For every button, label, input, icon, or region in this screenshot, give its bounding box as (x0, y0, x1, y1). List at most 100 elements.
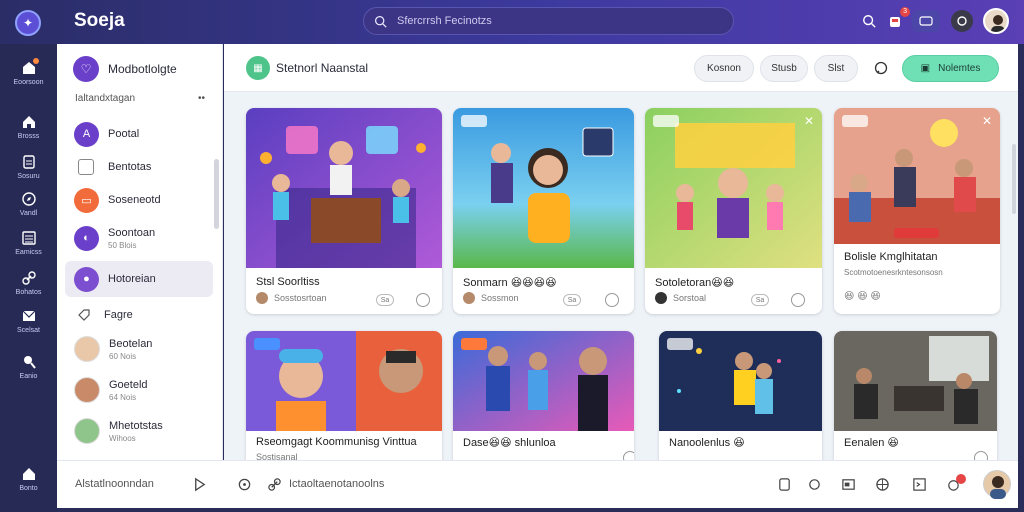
bottom-bar: Alstatlnoonndan Ictaoltaenotanoolns (57, 460, 1018, 508)
messages-icon[interactable] (912, 10, 940, 32)
refresh-icon[interactable] (807, 477, 822, 492)
content-card[interactable]: Eenalen 😆 (834, 331, 997, 471)
notification-badge: 3 (900, 7, 910, 17)
rail-item-home[interactable]: Brosss (0, 114, 57, 140)
channel-icon: ▦ (246, 56, 270, 80)
play-icon[interactable] (192, 477, 207, 492)
sidebar-subheader[interactable]: Ialtandxtagan •• (75, 93, 205, 104)
views-badge[interactable]: Sa (563, 294, 581, 306)
rail-label: Bonto (19, 485, 38, 492)
person-item[interactable]: Beotelan 60 Nois (65, 331, 213, 367)
author-avatar (655, 292, 667, 304)
content-card[interactable]: Stsl Soorltiss Sosstosrtoan Sa (246, 108, 442, 314)
card-tag (667, 338, 693, 350)
rail-label: Eoorsoon (13, 79, 44, 86)
user-avatar[interactable] (983, 470, 1011, 499)
primary-action-icon: ▣ (920, 63, 931, 74)
primary-action-button[interactable]: ▣ Nolemtes (902, 55, 999, 82)
tag-icon[interactable] (237, 477, 252, 492)
icon-rail: Eoorsoon Brosss Sosuru Vandl Eamicss Boh… (0, 44, 57, 512)
station-icon: ◐ (74, 225, 99, 251)
home-icon (22, 116, 35, 128)
rail-item-inbox[interactable]: Eoorsoon (0, 58, 57, 86)
filter-pill-2[interactable]: Stusb (760, 55, 808, 82)
section-label: Fagre (104, 309, 133, 321)
card-tag (461, 115, 487, 127)
content-card[interactable]: Sonmarn 😆😆😆😆 Sossmon Sa (453, 108, 634, 314)
sidebar-item-sublabel: 50 Blois (108, 240, 137, 250)
user-avatar[interactable] (983, 8, 1009, 34)
person-avatar (74, 418, 100, 444)
views-badge[interactable]: Sa (376, 294, 394, 306)
more-icon[interactable]: •• (198, 93, 205, 104)
rail-item-location[interactable]: Eanio (0, 354, 57, 380)
person-name: Mhetotstas (109, 419, 163, 432)
sidebar-header[interactable]: ♡ Modbotlolgte (73, 56, 177, 82)
sidebar-item-station[interactable]: ◐ Soontoan 50 Blois (65, 220, 213, 256)
content-icon (78, 159, 94, 175)
rail-item-mail[interactable]: Scelsat (0, 308, 57, 334)
content-card[interactable]: ✕ Bolisle Kmglhitatan Scotmotoenesrkntes… (834, 108, 1000, 314)
terminal-icon[interactable] (912, 477, 927, 492)
sidebar-scrollbar[interactable] (214, 159, 219, 229)
sidebar-item-label: Soontoan (108, 226, 156, 239)
share-icon[interactable] (791, 293, 805, 307)
link-icon[interactable] (267, 477, 282, 492)
close-icon[interactable]: ✕ (982, 114, 992, 128)
person-avatar (74, 377, 100, 403)
rail-item-links[interactable]: Bohatos (0, 270, 57, 296)
content-card[interactable]: Dase😆😆 shlunloa (453, 331, 634, 471)
sidebar-item-label: Pootal (108, 128, 140, 140)
content-card[interactable]: ✕ Sotoletoran😆😆 Sorstoal Sa (645, 108, 822, 314)
app-logo[interactable]: ✦ (15, 10, 41, 36)
notifications-icon[interactable]: 3 (884, 7, 910, 32)
rail-label: Bohatos (15, 289, 42, 296)
portal-icon: A (74, 121, 99, 147)
search-icon[interactable] (858, 10, 880, 32)
page-title: Stetnorl Naanstal (276, 61, 369, 75)
filter-pill-3[interactable]: Slst (814, 55, 858, 82)
chat-bubble-icon[interactable] (874, 61, 888, 75)
home-icon (22, 468, 35, 480)
sidebar-item-contents[interactable]: Bentotas (65, 149, 213, 185)
sidebar-item-active[interactable]: ● Hotoreian (65, 261, 213, 297)
content-card[interactable]: Nanoolenlus 😆 (659, 331, 822, 471)
filter-pill-1[interactable]: Kosnon (694, 55, 754, 82)
settings-icon[interactable] (951, 10, 973, 32)
card-tag (461, 338, 487, 350)
media-icon[interactable] (841, 477, 856, 492)
rail-item-documents[interactable]: Sosuru (0, 154, 57, 180)
card-title: Dase😆😆 shlunloa (463, 437, 556, 449)
notification-badge (956, 474, 966, 484)
compass-icon (21, 192, 36, 206)
sidebar-section-people[interactable]: Fagre (65, 297, 213, 333)
main-scrollbar[interactable] (1012, 144, 1016, 214)
person-name: Beotelan (109, 337, 153, 350)
globe-icon[interactable] (875, 477, 890, 492)
share-icon[interactable] (605, 293, 619, 307)
sidebar-item-second[interactable]: ▭ Soseneotd (65, 182, 213, 218)
tag-icon (78, 309, 90, 321)
content-card[interactable]: Rseomgagt Koommunisg Vinttua Sostisanal (246, 331, 442, 471)
device-icon[interactable] (777, 477, 792, 492)
sidebar-item-label: Soseneotd (108, 194, 161, 206)
person-item[interactable]: Mhetotstas Wihoos (65, 413, 213, 449)
views-badge[interactable]: Sa (751, 294, 769, 306)
rail-item-explore[interactable]: Vandl (0, 191, 57, 217)
card-thumbnail (645, 108, 822, 268)
primary-action-label: Nolemtes (938, 63, 981, 74)
sidebar-item-portal[interactable]: A Pootal (65, 116, 213, 152)
game-icon: ● (74, 266, 99, 292)
person-item[interactable]: Goeteld 64 Nois (65, 372, 213, 408)
card-tag (653, 115, 679, 127)
share-icon[interactable] (416, 293, 430, 307)
search-input[interactable] (397, 15, 697, 27)
card-reactions[interactable]: 😆 😆 😆 (844, 291, 881, 302)
card-meta: Sossmon (463, 292, 519, 304)
rail-item-list[interactable]: Eamicss (0, 230, 57, 256)
card-thumbnail (834, 108, 1000, 244)
close-icon[interactable]: ✕ (804, 114, 814, 128)
search-bar[interactable] (363, 7, 734, 35)
person-sub: 60 Nois (109, 351, 137, 361)
rail-item-bottom-home[interactable]: Bonto (0, 466, 57, 492)
